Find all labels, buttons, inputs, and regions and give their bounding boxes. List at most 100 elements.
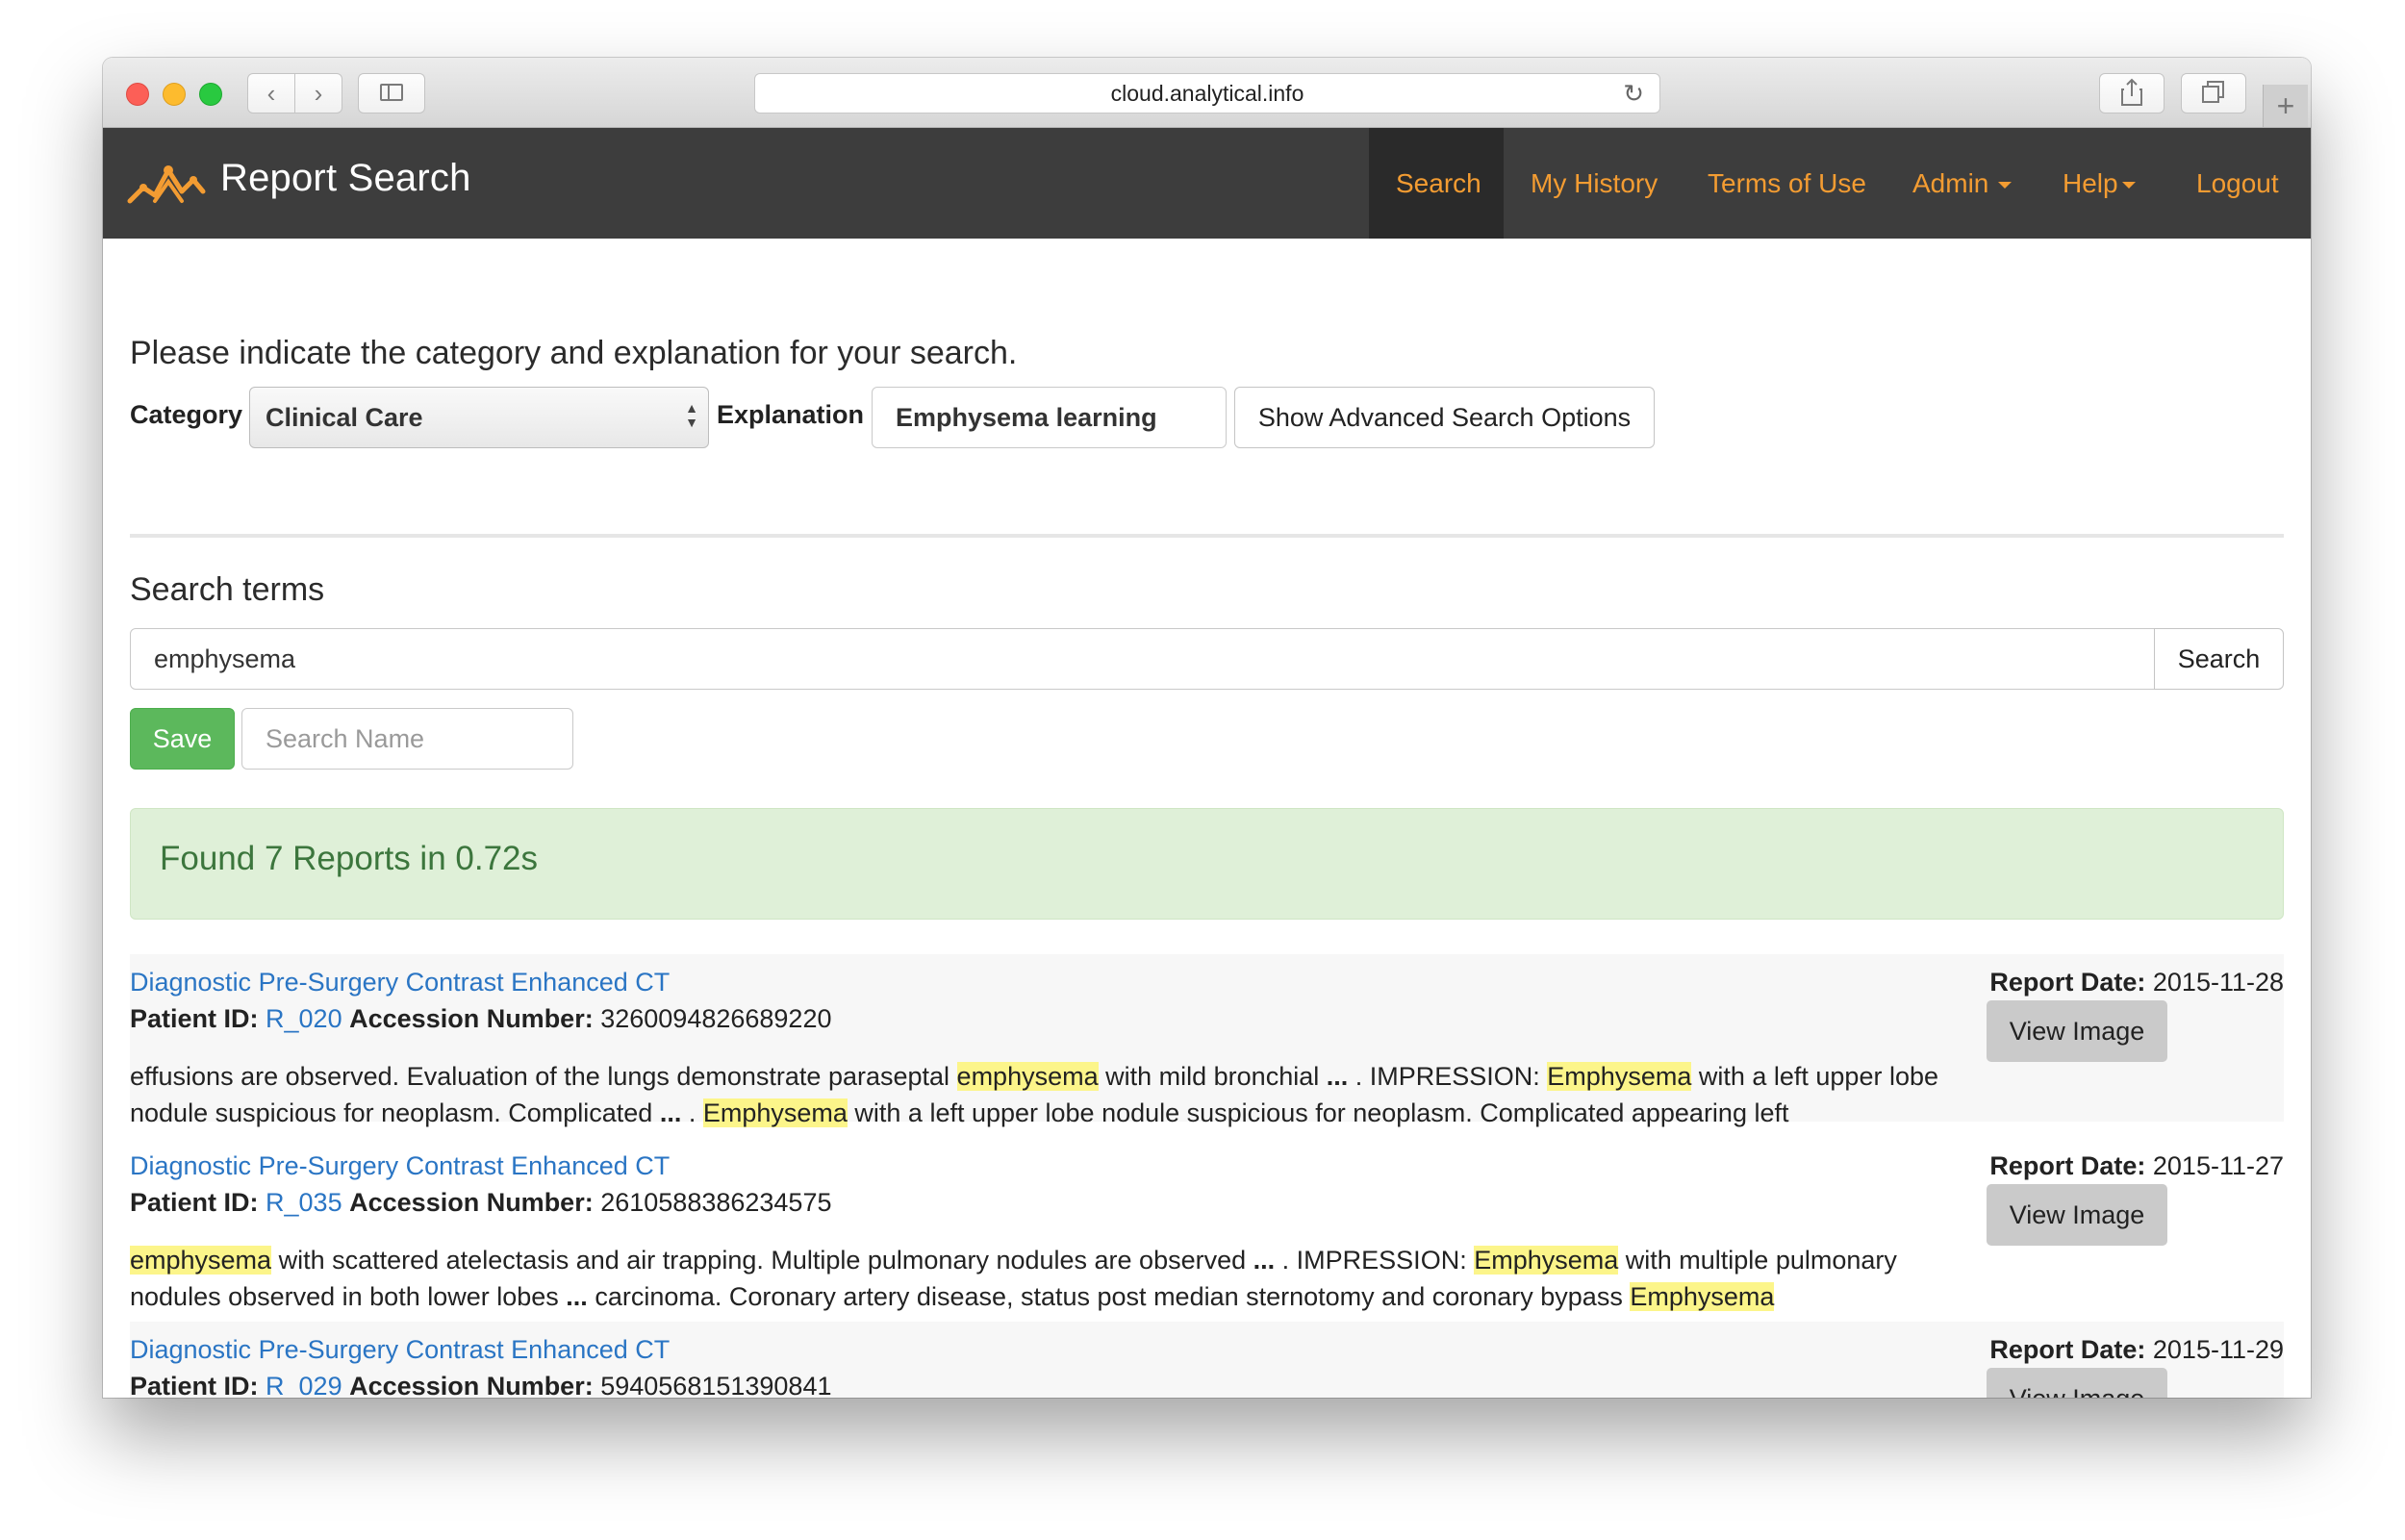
snippet-text: with scattered atelectasis and air trapp… bbox=[271, 1246, 1253, 1275]
search-name-placeholder: Search Name bbox=[266, 724, 425, 753]
nav-admin[interactable]: Admin bbox=[1886, 128, 2038, 239]
plus-icon: + bbox=[2276, 88, 2295, 123]
result-title-link[interactable]: Diagnostic Pre-Surgery Contrast Enhanced… bbox=[130, 968, 670, 997]
patient-id-link[interactable]: R_020 bbox=[266, 1004, 342, 1033]
result-meta: Patient ID: R_029 Accession Number: 5940… bbox=[130, 1372, 831, 1398]
patient-id-label: Patient ID: bbox=[130, 1004, 259, 1033]
share-button[interactable] bbox=[2099, 73, 2164, 114]
view-image-label: View Image bbox=[2010, 1384, 2145, 1398]
search-name-input[interactable]: Search Name bbox=[241, 708, 573, 770]
nav-my-history[interactable]: My History bbox=[1504, 128, 1684, 239]
search-button-label: Search bbox=[2177, 644, 2261, 673]
chevron-left-icon: ‹ bbox=[266, 79, 276, 108]
result-title-link[interactable]: Diagnostic Pre-Surgery Contrast Enhanced… bbox=[130, 1151, 670, 1181]
highlighted-term: Emphysema bbox=[1547, 1062, 1692, 1091]
tabs-icon bbox=[2202, 81, 2224, 103]
result-snippet: emphysema with scattered atelectasis and… bbox=[130, 1242, 1958, 1315]
app-navbar: Report Search Search My History Terms of… bbox=[103, 128, 2311, 239]
result-item: Diagnostic Pre-Surgery Contrast Enhanced… bbox=[130, 954, 2284, 1127]
category-selected-value: Clinical Care bbox=[266, 403, 423, 432]
sidebar-icon bbox=[380, 84, 403, 101]
result-title-link[interactable]: Diagnostic Pre-Surgery Contrast Enhanced… bbox=[130, 1335, 670, 1365]
explanation-value: Emphysema learning bbox=[896, 403, 1157, 432]
nav-admin-label: Admin bbox=[1912, 168, 1989, 198]
snippet-text: with a left upper lobe nodule suspicious… bbox=[847, 1098, 1789, 1127]
save-button[interactable]: Save bbox=[130, 708, 235, 770]
forward-button[interactable]: › bbox=[294, 73, 342, 114]
category-select[interactable]: Clinical Care ▲ ▼ bbox=[249, 387, 709, 448]
result-item: Diagnostic Pre-Surgery Contrast Enhanced… bbox=[130, 1138, 2284, 1311]
caret-down-icon bbox=[1998, 182, 2013, 189]
browser-window: ‹ › cloud.analytical.info ↻ + Report Sea… bbox=[103, 58, 2311, 1398]
minimize-window-button[interactable] bbox=[163, 83, 186, 106]
zoom-window-button[interactable] bbox=[199, 83, 222, 106]
snippet-text: . bbox=[681, 1098, 703, 1127]
caret-down-icon bbox=[2121, 182, 2136, 189]
nav-search-label: Search bbox=[1396, 168, 1481, 198]
snippet-text: ... bbox=[659, 1098, 682, 1127]
show-advanced-search-button[interactable]: Show Advanced Search Options bbox=[1234, 387, 1655, 448]
results-summary-text: Found 7 Reports in 0.72s bbox=[160, 840, 539, 877]
share-icon bbox=[2121, 78, 2142, 106]
url-text: cloud.analytical.info bbox=[1110, 81, 1304, 106]
divider bbox=[130, 534, 2284, 538]
result-meta: Patient ID: R_020 Accession Number: 3260… bbox=[130, 1004, 831, 1034]
nav-help-label: Help bbox=[2063, 168, 2118, 198]
accession-label: Accession Number: bbox=[349, 1372, 594, 1398]
nav-logout[interactable]: Logout bbox=[2169, 128, 2306, 239]
address-bar[interactable]: cloud.analytical.info ↻ bbox=[754, 73, 1660, 114]
report-date-value: 2015-11-27 bbox=[2152, 1151, 2284, 1180]
search-button[interactable]: Search bbox=[2154, 628, 2284, 690]
patient-id-link[interactable]: R_035 bbox=[266, 1188, 342, 1217]
show-tabs-button[interactable] bbox=[2181, 73, 2246, 114]
view-image-label: View Image bbox=[2009, 1200, 2145, 1229]
snippet-text: effusions are observed. Evaluation of th… bbox=[130, 1062, 957, 1091]
highlighted-term: emphysema bbox=[130, 1246, 272, 1275]
snippet-text: ... bbox=[1253, 1246, 1276, 1275]
search-form-heading: Please indicate the category and explana… bbox=[130, 335, 1018, 371]
highlighted-term: Emphysema bbox=[702, 1098, 848, 1127]
patient-id-label: Patient ID: bbox=[130, 1372, 259, 1398]
accession-number: 5940568151390841 bbox=[600, 1372, 832, 1398]
back-button[interactable]: ‹ bbox=[247, 73, 295, 114]
brand-logo-icon bbox=[127, 165, 206, 204]
highlighted-term: emphysema bbox=[956, 1062, 1099, 1091]
explanation-label: Explanation bbox=[717, 400, 865, 429]
snippet-text: ... bbox=[1326, 1062, 1349, 1091]
close-window-button[interactable] bbox=[126, 83, 149, 106]
view-image-button[interactable]: View Image bbox=[1987, 1184, 2167, 1246]
explanation-input[interactable]: Emphysema learning bbox=[872, 387, 1227, 448]
new-tab-button[interactable]: + bbox=[2263, 85, 2308, 127]
report-date-label: Report Date: bbox=[1989, 1335, 2146, 1364]
accession-number: 3260094826689220 bbox=[600, 1004, 832, 1033]
nav-help[interactable]: Help bbox=[2036, 128, 2163, 239]
report-date-label: Report Date: bbox=[1989, 1151, 2146, 1180]
search-terms-input[interactable]: emphysema bbox=[130, 628, 2155, 690]
save-button-label: Save bbox=[152, 724, 213, 753]
highlighted-term: Emphysema bbox=[1630, 1282, 1775, 1311]
view-image-button[interactable]: View Image bbox=[1987, 1000, 2167, 1062]
result-item: Diagnostic Pre-Surgery Contrast Enhanced… bbox=[130, 1322, 2284, 1398]
report-date-value: 2015-11-28 bbox=[2152, 968, 2284, 997]
brand-title[interactable]: Report Search bbox=[220, 157, 471, 200]
results-summary-alert: Found 7 Reports in 0.72s bbox=[130, 808, 2284, 920]
select-arrows-icon: ▲ ▼ bbox=[685, 400, 698, 430]
reload-icon[interactable]: ↻ bbox=[1623, 74, 1644, 113]
view-image-button[interactable]: View Image bbox=[1987, 1368, 2167, 1398]
snippet-text: with mild bronchial bbox=[1098, 1062, 1327, 1091]
report-date-label: Report Date: bbox=[1989, 968, 2146, 997]
nav-search[interactable]: Search bbox=[1369, 128, 1504, 239]
patient-id-link[interactable]: R_029 bbox=[266, 1372, 342, 1398]
highlighted-term: Emphysema bbox=[1474, 1246, 1619, 1275]
result-meta: Patient ID: R_035 Accession Number: 2610… bbox=[130, 1188, 831, 1218]
snippet-text: ... bbox=[566, 1282, 588, 1311]
nav-logout-label: Logout bbox=[2196, 168, 2279, 198]
view-image-label: View Image bbox=[2009, 1017, 2145, 1046]
snippet-text: . IMPRESSION: bbox=[1275, 1246, 1475, 1275]
sidebar-toggle-button[interactable] bbox=[358, 73, 425, 114]
nav-terms-of-use[interactable]: Terms of Use bbox=[1681, 128, 1893, 239]
result-snippet: effusions are observed. Evaluation of th… bbox=[130, 1058, 1958, 1131]
snippet-text: carcinoma. Coronary artery disease, stat… bbox=[587, 1282, 1631, 1311]
nav-terms-label: Terms of Use bbox=[1708, 168, 1866, 198]
search-terms-value: emphysema bbox=[154, 644, 296, 673]
